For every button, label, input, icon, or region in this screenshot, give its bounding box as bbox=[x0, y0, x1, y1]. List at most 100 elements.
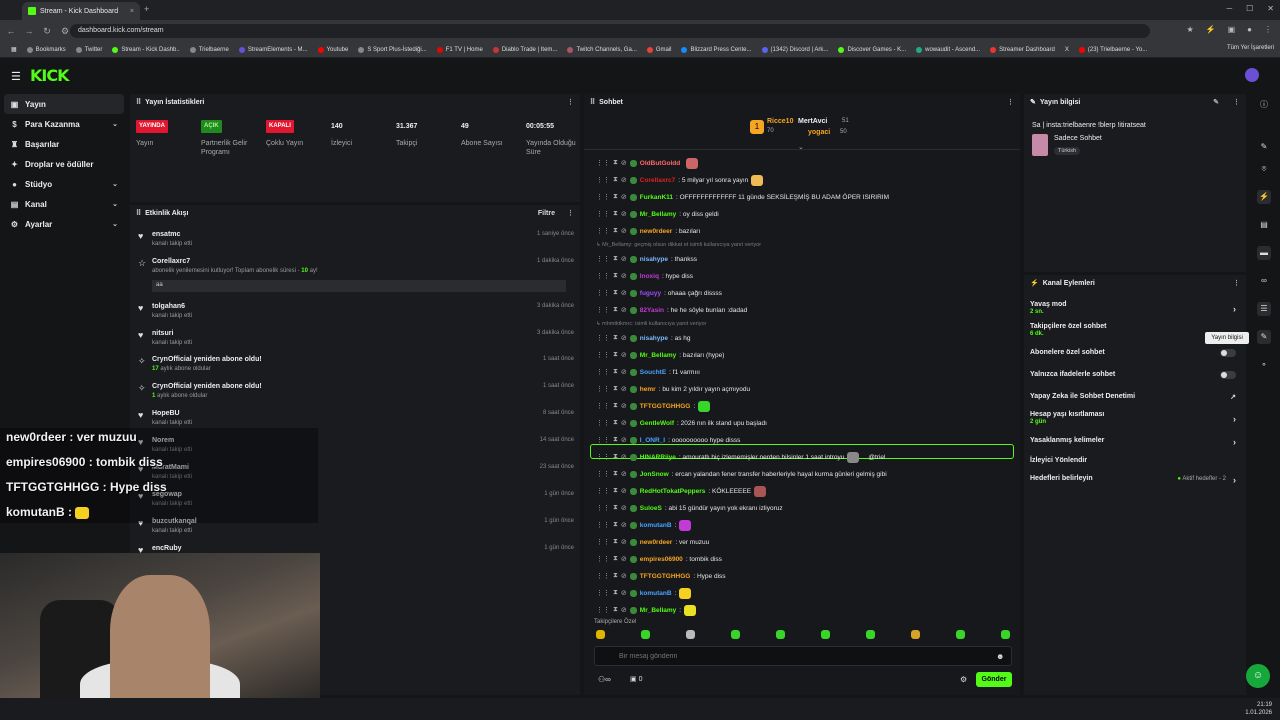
chat-username[interactable]: Corellaxrc7 bbox=[640, 177, 675, 184]
ban-icon[interactable]: ⊘ bbox=[621, 487, 627, 495]
support-icon[interactable]: ☺ bbox=[1246, 664, 1270, 688]
bookmark-item[interactable]: Discover Games - K... bbox=[833, 46, 911, 53]
chat-username[interactable]: Mr_Bellamy bbox=[640, 211, 677, 218]
bookmark-item[interactable]: F1 TV | Home bbox=[432, 46, 488, 53]
pin-icon[interactable]: ⋮⋮ bbox=[596, 521, 610, 529]
timeout-icon[interactable]: ⧗ bbox=[613, 470, 618, 478]
chat-username[interactable]: new0rdeer bbox=[640, 228, 673, 235]
more-icon[interactable]: ⋮ bbox=[1233, 98, 1240, 106]
ban-icon[interactable]: ⊘ bbox=[621, 210, 627, 218]
chat-username[interactable]: TFTGGTGHHGG bbox=[640, 403, 691, 410]
timeout-icon[interactable]: ⧗ bbox=[613, 538, 618, 546]
ban-icon[interactable]: ⊘ bbox=[621, 385, 627, 393]
chat-message[interactable]: ⋮⋮ ⧗ ⊘ I_ONR_I: oooooooooo hype disss bbox=[596, 433, 740, 447]
action-subs-only[interactable]: Abonelere özel sohbet bbox=[1030, 349, 1240, 357]
ban-icon[interactable]: ⊘ bbox=[621, 255, 627, 263]
bookmark-item[interactable]: Youtube bbox=[313, 46, 354, 53]
chat-settings-icon[interactable]: ⚙ bbox=[960, 675, 967, 684]
chat-input[interactable] bbox=[594, 646, 1012, 666]
ban-icon[interactable]: ⊘ bbox=[621, 555, 627, 563]
chat-username[interactable]: empires06900 bbox=[640, 556, 683, 563]
timeout-icon[interactable]: ⧗ bbox=[613, 572, 618, 580]
action-emote-only[interactable]: Yalnızca ifadelerle sohbet bbox=[1030, 371, 1240, 379]
action-ai-moderation[interactable]: Yapay Zeka ile Sohbet Denetimi ↗ bbox=[1030, 393, 1240, 401]
emoji-picker-icon[interactable]: ☻ bbox=[996, 652, 1004, 661]
kick-logo[interactable]: KICK bbox=[30, 66, 69, 85]
timeout-icon[interactable]: ⧗ bbox=[613, 351, 618, 359]
timeout-icon[interactable]: ⧗ bbox=[613, 453, 618, 461]
timeout-icon[interactable]: ⧗ bbox=[613, 555, 618, 563]
chat-username[interactable]: 82Yasin bbox=[640, 307, 664, 314]
ban-icon[interactable]: ⊘ bbox=[621, 606, 627, 614]
pin-icon[interactable]: ⋮⋮ bbox=[596, 334, 610, 342]
pin-icon[interactable]: ⋮⋮ bbox=[596, 402, 610, 410]
bookmark-item[interactable]: StreamElements - M... bbox=[234, 46, 313, 53]
ban-icon[interactable]: ⊘ bbox=[621, 402, 627, 410]
pin-icon[interactable]: ⋮⋮ bbox=[596, 227, 610, 235]
pin-icon[interactable]: ⋮⋮ bbox=[596, 504, 610, 512]
action-account-age[interactable]: Hesap yaşı kısıtlaması 2 gün › bbox=[1030, 411, 1240, 425]
bookmark-item[interactable]: (1342) Discord | Ark... bbox=[757, 46, 834, 53]
pin-icon[interactable]: ⋮⋮ bbox=[596, 538, 610, 546]
chat-message[interactable]: ⋮⋮ ⧗ ⊘ HINARRiiye: amouratlı hiç izlememişl… bbox=[596, 450, 885, 464]
top-gifter[interactable]: Ricce10 bbox=[767, 118, 793, 125]
emote-icon[interactable] bbox=[731, 630, 740, 639]
pin-icon[interactable]: ⋮⋮ bbox=[596, 255, 610, 263]
timeout-icon[interactable]: ⧗ bbox=[613, 159, 618, 167]
sidebar-item-yayin[interactable]: ▣ Yayın bbox=[4, 94, 124, 114]
chat-username[interactable]: HINARRiiye bbox=[640, 454, 676, 461]
emote-icon[interactable] bbox=[821, 630, 830, 639]
chat-username[interactable]: nisahype bbox=[640, 256, 668, 263]
timeout-icon[interactable]: ⧗ bbox=[613, 306, 618, 314]
chat-message[interactable]: ⋮⋮ ⧗ ⊘ FurkanK11: OFFFFFFFFFFFFF 11 günde S… bbox=[596, 190, 889, 204]
timeout-icon[interactable]: ⧗ bbox=[613, 487, 618, 495]
ban-icon[interactable]: ⊘ bbox=[621, 419, 627, 427]
close-window-icon[interactable]: ✕ bbox=[1267, 4, 1274, 13]
pin-icon[interactable]: ⋮⋮ bbox=[596, 176, 610, 184]
bookmark-item[interactable]: Bookmarks bbox=[22, 46, 71, 53]
menu-icon[interactable]: ☰ bbox=[11, 70, 21, 83]
list-icon[interactable]: ☰ bbox=[1257, 302, 1271, 316]
minimize-icon[interactable]: ─ bbox=[1226, 4, 1232, 13]
chat-username[interactable]: JonSnow bbox=[640, 471, 669, 478]
pin-icon[interactable]: ⋮⋮ bbox=[596, 470, 610, 478]
emote-icon[interactable] bbox=[596, 630, 605, 639]
system-clock[interactable]: 21:19 1.01.2026 bbox=[1245, 701, 1272, 717]
emote-icon[interactable] bbox=[776, 630, 785, 639]
timeout-icon[interactable]: ⧗ bbox=[613, 193, 618, 201]
bookmark-item[interactable]: Streamer Dashboard bbox=[985, 46, 1060, 53]
pin-icon[interactable]: ⋮⋮ bbox=[596, 589, 610, 597]
chat-message[interactable]: ⋮⋮ ⧗ ⊘ TFTGGTGHHGG: Hype diss bbox=[596, 569, 726, 583]
timeout-icon[interactable]: ⧗ bbox=[613, 521, 618, 529]
more-icon[interactable]: ⋮ bbox=[1264, 25, 1272, 34]
bookmark-item[interactable]: Blizzard Press Cente... bbox=[676, 46, 756, 53]
pin-icon[interactable]: ⋮⋮ bbox=[596, 159, 610, 167]
sidebar-item-droplar[interactable]: ✦ Droplar ve ödüller bbox=[0, 154, 128, 174]
pencil-icon[interactable]: ✎ bbox=[1257, 140, 1271, 154]
apps-icon[interactable]: ▦ bbox=[6, 46, 22, 53]
ban-icon[interactable]: ⊘ bbox=[621, 159, 627, 167]
chat-icon[interactable]: ▬ bbox=[1257, 246, 1271, 260]
chat-username[interactable]: nisahype bbox=[640, 335, 668, 342]
drag-handle-icon[interactable]: ⠿ bbox=[136, 98, 141, 106]
timeout-icon[interactable]: ⧗ bbox=[613, 504, 618, 512]
ban-icon[interactable]: ⊘ bbox=[621, 589, 627, 597]
more-icon[interactable]: ⋮ bbox=[567, 209, 574, 217]
info-icon[interactable]: ⓘ bbox=[1257, 98, 1271, 112]
bookmark-item[interactable]: Diablo Trade | Item... bbox=[488, 46, 563, 53]
timeout-icon[interactable]: ⧗ bbox=[613, 272, 618, 280]
extension-icon[interactable]: ▣ bbox=[1228, 25, 1236, 34]
send-button[interactable]: Gönder bbox=[976, 672, 1012, 687]
pin-icon[interactable]: ⋮⋮ bbox=[596, 419, 610, 427]
chat-message[interactable]: ⋮⋮ ⧗ ⊘ Mr_Bellamy: oy diss geldi bbox=[596, 207, 719, 221]
chat-message[interactable]: ⋮⋮ ⧗ ⊘ Corellaxrc7: 5 milyar yıl sonra yayı… bbox=[596, 173, 764, 187]
chat-username[interactable]: FurkanK11 bbox=[640, 194, 673, 201]
all-bookmarks[interactable]: Tüm Yer İşaretleri bbox=[1227, 45, 1274, 51]
ban-icon[interactable]: ⊘ bbox=[621, 538, 627, 546]
top-gifter[interactable]: yogaci bbox=[808, 129, 830, 136]
extension-icon[interactable]: ⚡ bbox=[1206, 25, 1216, 34]
ban-icon[interactable]: ⊘ bbox=[621, 504, 627, 512]
site-info-icon[interactable]: ⚙ bbox=[60, 26, 70, 37]
action-raid[interactable]: İzleyici Yönlendir bbox=[1030, 457, 1240, 464]
chat-message[interactable]: ⋮⋮ ⧗ ⊘ nisahype: thankss bbox=[596, 252, 697, 266]
